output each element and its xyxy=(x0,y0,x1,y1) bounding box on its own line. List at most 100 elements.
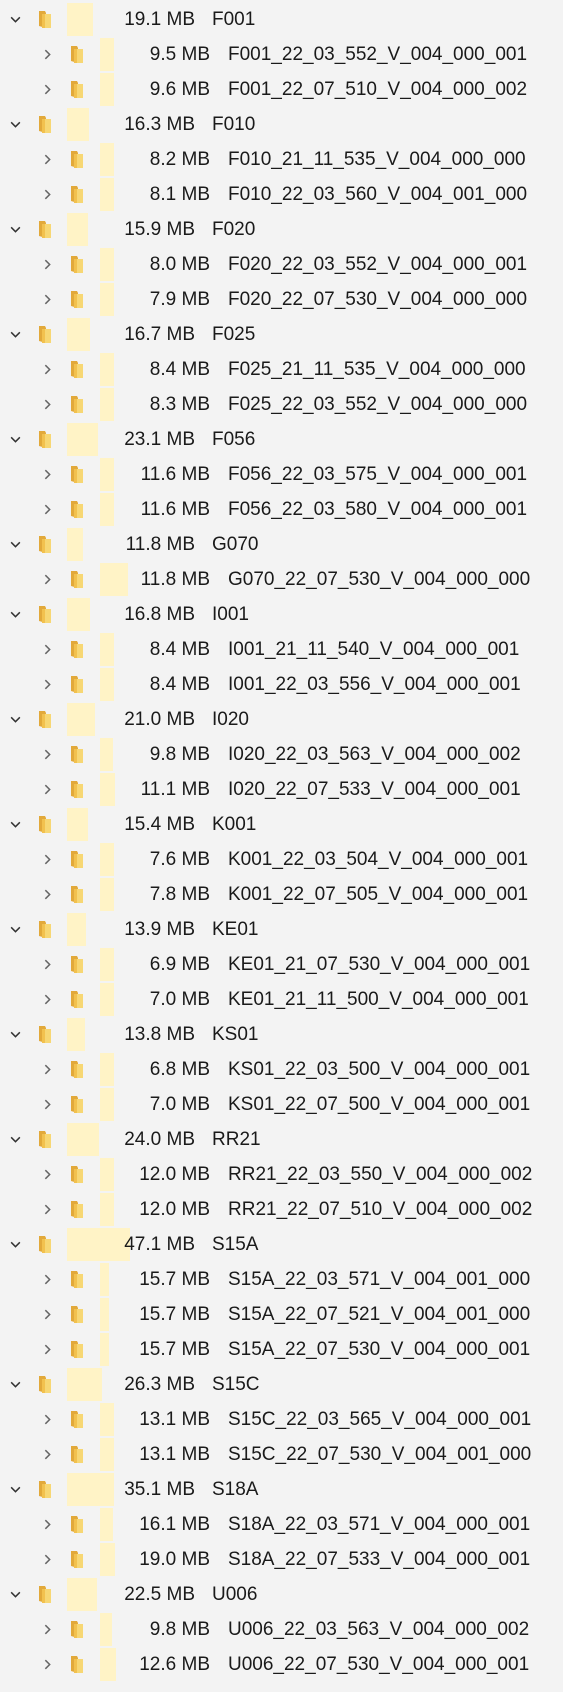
subfolder-row[interactable]: 8.0 MB F020_22_03_552_V_004_000_001 xyxy=(0,247,563,282)
folder-group-row[interactable]: 47.1 MB S15A xyxy=(0,1227,563,1262)
subfolder-row[interactable]: 11.1 MB I020_22_07_533_V_004_000_001 xyxy=(0,772,563,807)
subfolder-row[interactable]: 7.0 MB KS01_22_07_500_V_004_000_001 xyxy=(0,1087,563,1122)
chevron-right-icon[interactable] xyxy=(38,1332,56,1367)
chevron-down-icon[interactable] xyxy=(6,1017,24,1052)
folder-group-row[interactable]: 21.0 MB I020 xyxy=(0,702,563,737)
chevron-right-icon[interactable] xyxy=(38,142,56,177)
subfolder-row[interactable]: 7.6 MB K001_22_03_504_V_004_000_001 xyxy=(0,842,563,877)
subfolder-row[interactable]: 15.7 MB S15A_22_07_521_V_004_001_000 xyxy=(0,1297,563,1332)
chevron-right-icon[interactable] xyxy=(38,282,56,317)
folder-group-row[interactable]: 26.3 MB S15C xyxy=(0,1367,563,1402)
chevron-down-icon[interactable] xyxy=(6,702,24,737)
folder-group-row[interactable]: 35.1 MB S18A xyxy=(0,1472,563,1507)
chevron-right-icon[interactable] xyxy=(38,772,56,807)
chevron-right-icon[interactable] xyxy=(38,1297,56,1332)
subfolder-row[interactable]: 6.9 MB KE01_21_07_530_V_004_000_001 xyxy=(0,947,563,982)
chevron-right-icon[interactable] xyxy=(38,352,56,387)
chevron-right-icon[interactable] xyxy=(38,1647,56,1682)
chevron-right-icon[interactable] xyxy=(38,37,56,72)
folder-group-row[interactable]: 15.9 MB F020 xyxy=(0,212,563,247)
subfolder-row[interactable]: 11.6 MB F056_22_03_575_V_004_000_001 xyxy=(0,457,563,492)
chevron-right-icon[interactable] xyxy=(38,562,56,597)
chevron-down-icon[interactable] xyxy=(6,912,24,947)
chevron-right-icon[interactable] xyxy=(38,387,56,422)
chevron-right-icon[interactable] xyxy=(38,1542,56,1577)
folder-group-row[interactable]: 19.1 MB F001 xyxy=(0,2,563,37)
subfolder-row[interactable]: 8.4 MB I001_21_11_540_V_004_000_001 xyxy=(0,632,563,667)
folder-group-row[interactable]: 13.8 MB KS01 xyxy=(0,1017,563,1052)
folder-group-row[interactable]: 11.8 MB G070 xyxy=(0,527,563,562)
subfolder-row[interactable]: 7.9 MB F020_22_07_530_V_004_000_000 xyxy=(0,282,563,317)
chevron-down-icon[interactable] xyxy=(6,1227,24,1262)
subfolder-row[interactable]: 12.6 MB U006_22_07_530_V_004_000_001 xyxy=(0,1647,563,1682)
folder-size: 7.6 MB xyxy=(149,849,210,870)
subfolder-row[interactable]: 16.1 MB S18A_22_03_571_V_004_000_001 xyxy=(0,1507,563,1542)
chevron-right-icon[interactable] xyxy=(38,457,56,492)
chevron-down-icon[interactable] xyxy=(6,807,24,842)
subfolder-row[interactable]: 7.0 MB KE01_21_11_500_V_004_000_001 xyxy=(0,982,563,1017)
subfolder-row[interactable]: 8.2 MB F010_21_11_535_V_004_000_000 xyxy=(0,142,563,177)
folder-group-row[interactable]: 16.3 MB F010 xyxy=(0,107,563,142)
subfolder-row[interactable]: 8.4 MB F025_21_11_535_V_004_000_000 xyxy=(0,352,563,387)
subfolder-row[interactable]: 9.8 MB U006_22_03_563_V_004_000_002 xyxy=(0,1612,563,1647)
chevron-down-icon[interactable] xyxy=(6,597,24,632)
subfolder-row[interactable]: 9.6 MB F001_22_07_510_V_004_000_002 xyxy=(0,72,563,107)
subfolder-row[interactable]: 15.7 MB S15A_22_07_530_V_004_000_001 xyxy=(0,1332,563,1367)
subfolder-row[interactable]: 8.3 MB F025_22_03_552_V_004_000_000 xyxy=(0,387,563,422)
chevron-right-icon[interactable] xyxy=(38,72,56,107)
chevron-down-icon[interactable] xyxy=(6,107,24,142)
subfolder-row[interactable]: 7.8 MB K001_22_07_505_V_004_000_001 xyxy=(0,877,563,912)
folder-name: S15C_22_07_530_V_004_001_000 xyxy=(228,1444,532,1465)
chevron-down-icon[interactable] xyxy=(6,2,24,37)
chevron-right-icon[interactable] xyxy=(38,1192,56,1227)
chevron-right-icon[interactable] xyxy=(38,177,56,212)
chevron-down-icon[interactable] xyxy=(6,1367,24,1402)
chevron-down-icon[interactable] xyxy=(6,1472,24,1507)
folder-name: S15A_22_07_530_V_004_000_001 xyxy=(228,1339,531,1360)
chevron-right-icon[interactable] xyxy=(38,492,56,527)
subfolder-row[interactable]: 12.0 MB RR21_22_07_510_V_004_000_002 xyxy=(0,1192,563,1227)
folder-group-row[interactable]: 24.0 MB RR21 xyxy=(0,1122,563,1157)
chevron-down-icon[interactable] xyxy=(6,1577,24,1612)
subfolder-row[interactable]: 13.1 MB S15C_22_07_530_V_004_001_000 xyxy=(0,1437,563,1472)
chevron-right-icon[interactable] xyxy=(38,947,56,982)
subfolder-row[interactable]: 15.7 MB S15A_22_03_571_V_004_001_000 xyxy=(0,1262,563,1297)
chevron-down-icon[interactable] xyxy=(6,317,24,352)
chevron-right-icon[interactable] xyxy=(38,877,56,912)
chevron-right-icon[interactable] xyxy=(38,1157,56,1192)
chevron-down-icon[interactable] xyxy=(6,212,24,247)
size-bar xyxy=(67,598,90,631)
subfolder-row[interactable]: 9.8 MB I020_22_03_563_V_004_000_002 xyxy=(0,737,563,772)
chevron-right-icon[interactable] xyxy=(38,247,56,282)
chevron-right-icon[interactable] xyxy=(38,1402,56,1437)
subfolder-row[interactable]: 13.1 MB S15C_22_03_565_V_004_000_001 xyxy=(0,1402,563,1437)
chevron-right-icon[interactable] xyxy=(38,1612,56,1647)
chevron-right-icon[interactable] xyxy=(38,667,56,702)
chevron-down-icon[interactable] xyxy=(6,527,24,562)
subfolder-row[interactable]: 6.8 MB KS01_22_03_500_V_004_000_001 xyxy=(0,1052,563,1087)
subfolder-row[interactable]: 11.8 MB G070_22_07_530_V_004_000_000 xyxy=(0,562,563,597)
chevron-right-icon[interactable] xyxy=(38,1087,56,1122)
chevron-down-icon[interactable] xyxy=(6,422,24,457)
subfolder-row[interactable]: 11.6 MB F056_22_03_580_V_004_000_001 xyxy=(0,492,563,527)
chevron-right-icon[interactable] xyxy=(38,842,56,877)
chevron-right-icon[interactable] xyxy=(38,632,56,667)
subfolder-row[interactable]: 12.0 MB RR21_22_03_550_V_004_000_002 xyxy=(0,1157,563,1192)
chevron-right-icon[interactable] xyxy=(38,1262,56,1297)
subfolder-row[interactable]: 9.5 MB F001_22_03_552_V_004_000_001 xyxy=(0,37,563,72)
folder-group-row[interactable]: 16.7 MB F025 xyxy=(0,317,563,352)
subfolder-row[interactable]: 8.1 MB F010_22_03_560_V_004_001_000 xyxy=(0,177,563,212)
folder-group-row[interactable]: 16.8 MB I001 xyxy=(0,597,563,632)
chevron-right-icon[interactable] xyxy=(38,1437,56,1472)
chevron-right-icon[interactable] xyxy=(38,737,56,772)
subfolder-row[interactable]: 8.4 MB I001_22_03_556_V_004_000_001 xyxy=(0,667,563,702)
folder-group-row[interactable]: 15.4 MB K001 xyxy=(0,807,563,842)
chevron-down-icon[interactable] xyxy=(6,1122,24,1157)
chevron-right-icon[interactable] xyxy=(38,982,56,1017)
folder-group-row[interactable]: 22.5 MB U006 xyxy=(0,1577,563,1612)
folder-group-row[interactable]: 23.1 MB F056 xyxy=(0,422,563,457)
folder-group-row[interactable]: 13.9 MB KE01 xyxy=(0,912,563,947)
chevron-right-icon[interactable] xyxy=(38,1507,56,1542)
chevron-right-icon[interactable] xyxy=(38,1052,56,1087)
subfolder-row[interactable]: 19.0 MB S18A_22_07_533_V_004_000_001 xyxy=(0,1542,563,1577)
